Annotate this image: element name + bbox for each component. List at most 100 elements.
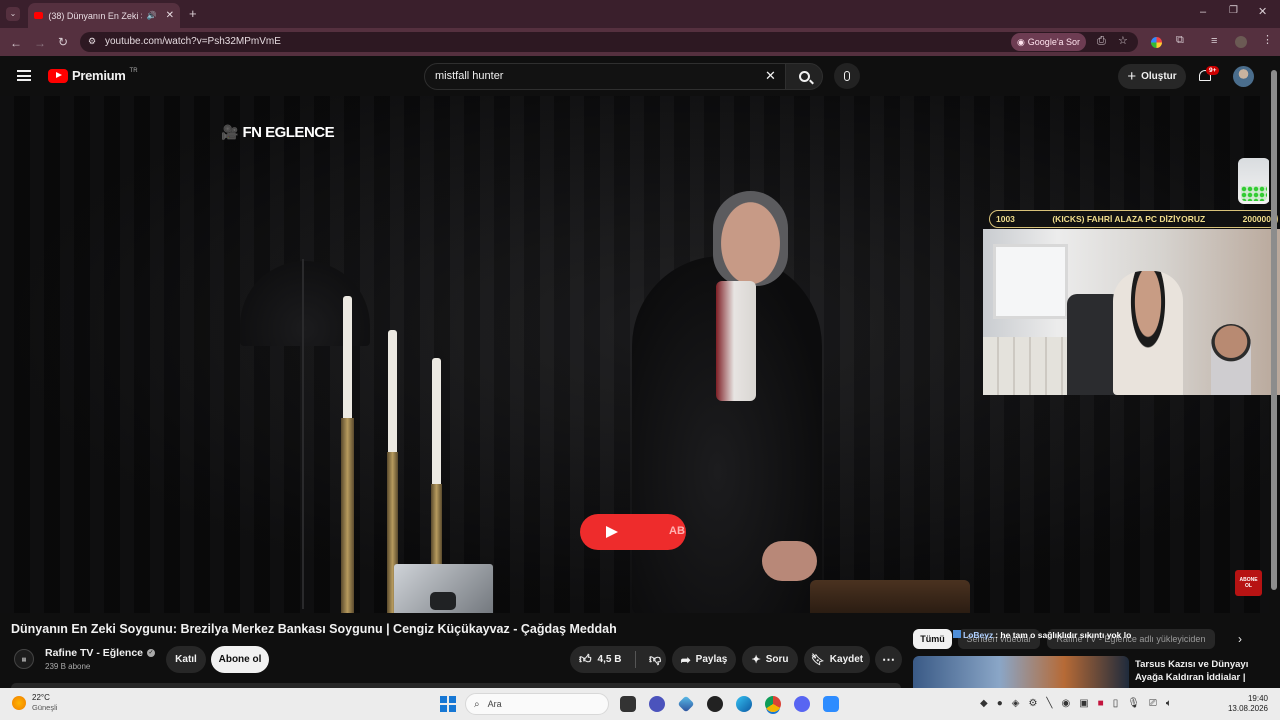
recommended-thumbnail[interactable] xyxy=(913,656,1129,688)
thumbs-down-icon: 👎︎ xyxy=(649,652,662,666)
tray-mic-icon[interactable]: 🎙︎ xyxy=(1127,698,1140,709)
channel-name-row[interactable]: Rafine TV - Eğlence ✓ xyxy=(45,647,156,659)
install-app-icon[interactable]: ⎙ xyxy=(1097,36,1106,47)
chat-text: : he tam o sağlıklıdır sıkıntı yok lo xyxy=(995,630,1132,640)
weather-widget[interactable]: 22°C Güneşli xyxy=(12,693,57,713)
recommended-title[interactable]: Tarsus Kazısı ve Dünyayı Ayağa Kaldıran … xyxy=(1135,658,1248,684)
profile-avatar[interactable] xyxy=(1235,36,1247,48)
tray-network-icon[interactable]: ⎚ xyxy=(1149,698,1157,709)
like-button[interactable]: 👍︎ 4,5 B xyxy=(570,652,630,667)
ticker-right-value: 200000 xyxy=(1242,214,1271,224)
task-view-icon[interactable] xyxy=(620,696,636,712)
forward-icon[interactable]: → xyxy=(34,37,46,49)
tray-volume-icon[interactable]: 🔈︎ xyxy=(1166,698,1172,709)
tray-app-7-icon[interactable]: ▣ xyxy=(1079,698,1088,709)
overlay-play-button[interactable]: AB xyxy=(580,514,686,550)
chip-all[interactable]: Tümü xyxy=(913,629,952,649)
extension-color-icon[interactable] xyxy=(1151,37,1162,48)
address-input[interactable]: ⚙ youtube.com/watch?v=Psh32MPmVmE xyxy=(80,32,1138,52)
like-divider xyxy=(635,651,636,668)
save-label: Kaydet xyxy=(829,654,864,665)
dislike-button[interactable]: 👎︎ xyxy=(641,652,661,667)
browser-tab-active[interactable]: (38) Dünyanın En Zeki Soyg 🔊 ✕ xyxy=(28,3,180,28)
youtube-logo[interactable]: Premium TR xyxy=(48,68,138,83)
verified-icon: ✓ xyxy=(147,649,156,657)
sparkle-icon: ✦ xyxy=(751,654,761,666)
guide-menu-icon[interactable] xyxy=(17,70,31,81)
tab-title: (38) Dünyanın En Zeki Soyg xyxy=(48,10,141,21)
join-button[interactable]: Katıl xyxy=(166,646,206,673)
discord-icon[interactable] xyxy=(794,696,810,712)
notification-badge: 9+ xyxy=(1206,66,1220,75)
restore-icon[interactable]: ❐ xyxy=(1229,6,1238,16)
ask-label: Soru xyxy=(765,654,789,665)
save-button[interactable]: 🔖︎ Kaydet xyxy=(804,646,870,673)
youtube-favicon-icon xyxy=(34,12,44,19)
tray-app-5-icon[interactable]: ╲ xyxy=(1046,698,1052,709)
reload-icon[interactable]: ↻ xyxy=(58,36,68,48)
start-button[interactable] xyxy=(440,696,456,712)
film-camera-icon: 🎥 xyxy=(221,124,239,140)
more-actions-button[interactable]: ⋯ xyxy=(875,646,902,673)
channel-name[interactable]: Rafine TV - Eğlence xyxy=(45,647,143,659)
back-icon[interactable]: ← xyxy=(10,37,22,49)
gift-jar xyxy=(1238,158,1269,204)
ticker-left-value: 1003 xyxy=(996,214,1015,224)
tray-app-2-icon[interactable]: ● xyxy=(997,698,1003,709)
zoom-icon[interactable] xyxy=(823,696,839,712)
tray-battery-icon[interactable]: ▯ xyxy=(1113,698,1119,709)
bookmark-star-icon[interactable]: ☆ xyxy=(1118,36,1128,47)
browser-menu-icon[interactable]: ⋮ xyxy=(1262,35,1273,46)
teams-icon[interactable] xyxy=(649,696,665,712)
chrome-icon[interactable] xyxy=(765,696,781,712)
tray-app-8-icon[interactable]: ■ xyxy=(1098,698,1104,709)
new-tab-icon[interactable]: + xyxy=(189,7,197,20)
candle-1 xyxy=(343,296,352,418)
youtube-region-label: TR xyxy=(129,67,138,74)
window-close-icon[interactable]: ✕ xyxy=(1258,7,1267,18)
clock[interactable]: 19:40 13.08.2026 xyxy=(1226,694,1268,714)
subscriber-count: 239 B abone xyxy=(45,662,91,671)
share-icon: ➦ xyxy=(680,652,691,667)
google-ask-button[interactable]: ◉ Google'a Sor xyxy=(1011,33,1086,51)
wooden-table xyxy=(810,580,970,613)
tray-app-3-icon[interactable]: ◈ xyxy=(1012,698,1020,709)
tray-app-1-icon[interactable]: ◆ xyxy=(980,698,988,709)
tray-app-4-icon[interactable]: ⚙ xyxy=(1028,698,1037,709)
channel-avatar[interactable]: ▦ xyxy=(14,649,34,669)
create-button[interactable]: + Oluştur xyxy=(1118,64,1186,89)
candle-holder-1 xyxy=(341,418,354,613)
account-avatar[interactable] xyxy=(1233,66,1254,87)
search-input[interactable]: mistfall hunter ✕ xyxy=(424,63,786,90)
steam-like-icon[interactable] xyxy=(707,696,723,712)
weather-desc: Güneşli xyxy=(32,703,58,712)
site-info-icon[interactable]: ⚙ xyxy=(88,36,96,47)
search-button[interactable] xyxy=(785,63,823,90)
webcam-window xyxy=(993,244,1068,319)
reading-list-icon[interactable]: ≡ xyxy=(1211,36,1217,47)
system-tray[interactable]: ◆ ● ◈ ⚙ ╲ ◉ ▣ ■ ▯ 🎙︎ ⎚ 🔈︎ xyxy=(980,698,1172,709)
sun-icon xyxy=(12,696,26,710)
minimize-icon[interactable]: – xyxy=(1200,7,1206,18)
tab-close-icon[interactable]: ✕ xyxy=(166,10,174,21)
weather-temp: 22°C xyxy=(32,693,50,702)
page-scrollbar[interactable] xyxy=(1271,60,1277,686)
tray-steam-icon[interactable]: ◉ xyxy=(1061,698,1070,709)
extensions-icon[interactable]: ⧉ xyxy=(1176,35,1184,46)
chips-next-icon[interactable]: › xyxy=(1238,632,1242,646)
speaker-icon[interactable]: 🔊 xyxy=(147,11,157,20)
channel-watermark-text: FN EGLENCE xyxy=(242,124,335,141)
presenter-hand xyxy=(762,541,817,581)
ask-button[interactable]: ✦ Soru xyxy=(742,646,798,673)
notifications-button[interactable]: 9+ xyxy=(1198,66,1220,84)
subscribe-watermark-badge[interactable]: ABONE OL xyxy=(1235,570,1262,596)
subscribe-button[interactable]: Abone ol xyxy=(211,646,269,673)
share-button[interactable]: ➦ Paylaş xyxy=(672,646,736,673)
clear-search-icon[interactable]: ✕ xyxy=(765,68,776,84)
taskbar-search[interactable]: ⌕ Ara xyxy=(465,693,609,715)
join-label: Katıl xyxy=(175,654,197,665)
search-icon xyxy=(798,71,814,85)
voice-search-button[interactable] xyxy=(834,63,860,89)
edge-icon[interactable] xyxy=(736,696,752,712)
tab-search-icon[interactable]: ⌄ xyxy=(6,7,20,21)
